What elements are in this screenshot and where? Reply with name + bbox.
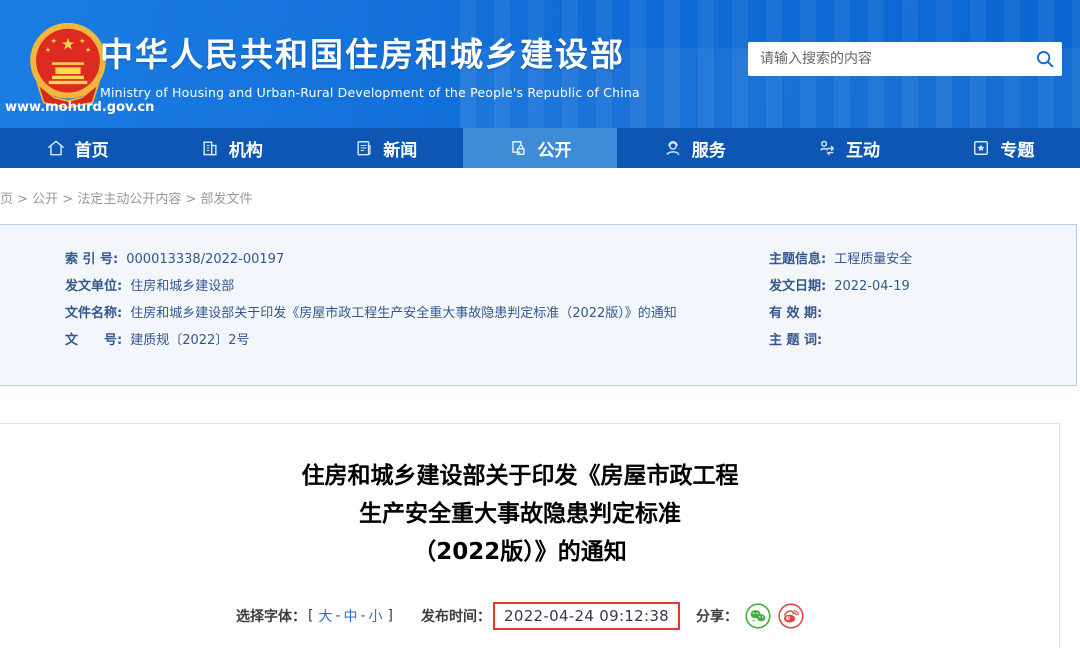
- font-size-medium-button[interactable]: 中: [343, 606, 357, 626]
- wechat-share-icon[interactable]: [745, 603, 771, 629]
- document-metadata-panel: 索 引 号: 000013338/2022-00197 发文单位: 住房和城乡建…: [0, 224, 1077, 386]
- site-header: ★ ★ ★ ★ ★ 中华人民共和国住房和城乡建设部 Ministry of Ho…: [0, 0, 1080, 128]
- nav-item-news[interactable]: 新闻: [309, 128, 463, 168]
- publish-time-group: 发布时间： 2022-04-24 09:12:38: [421, 602, 681, 630]
- main-nav: 首页 机构 新闻 公开 服务 互动 专题: [0, 128, 1080, 168]
- breadcrumb-bar: 首页 > 公开 > 法定主动公开内容 > 部发文件: [0, 168, 1080, 224]
- nav-item-organization[interactable]: 机构: [154, 128, 308, 168]
- nav-label: 服务: [691, 140, 726, 161]
- nav-label: 机构: [228, 140, 263, 161]
- nav-item-services[interactable]: 服务: [617, 128, 771, 168]
- font-size-large-button[interactable]: 大: [318, 606, 332, 626]
- interaction-icon: [820, 140, 835, 156]
- meta-value: 建质规〔2022〕2号: [130, 333, 250, 348]
- meta-value: 住房和城乡建设部关于印发《房屋市政工程生产安全重大事故隐患判定标准（2022版）…: [130, 306, 677, 321]
- breadcrumb[interactable]: 首页 > 公开 > 法定主动公开内容 > 部发文件: [0, 188, 252, 207]
- font-separator: -: [335, 608, 341, 624]
- svg-text:★: ★: [79, 37, 85, 45]
- meta-row-issuing-unit: 发文单位: 住房和城乡建设部: [65, 278, 725, 296]
- site-title-english: Ministry of Housing and Urban-Rural Deve…: [100, 85, 640, 100]
- search-input[interactable]: [748, 51, 1028, 67]
- document-title-line: 生产安全重大事故隐患判定标准: [359, 501, 681, 527]
- organization-icon: [203, 141, 217, 156]
- font-size-small-button[interactable]: 小: [369, 606, 383, 626]
- svg-text:★: ★: [61, 35, 75, 54]
- weibo-share-icon[interactable]: [778, 603, 804, 629]
- mohurd-webpage: ★ ★ ★ ★ ★ 中华人民共和国住房和城乡建设部 Ministry of Ho…: [0, 0, 1080, 648]
- nav-item-disclosure[interactable]: 公开: [462, 128, 618, 168]
- search-icon: [1037, 51, 1054, 68]
- font-selector-label: 选择字体：: [235, 609, 306, 625]
- meta-value: 工程质量安全: [834, 252, 913, 267]
- nav-item-topics[interactable]: 专题: [926, 128, 1080, 168]
- meta-value: 住房和城乡建设部: [130, 279, 235, 294]
- meta-row-index-number: 索 引 号: 000013338/2022-00197: [65, 251, 725, 269]
- search-button[interactable]: [1028, 42, 1062, 76]
- meta-label: 文 号:: [65, 333, 123, 348]
- font-bracket-open: [: [307, 608, 314, 624]
- nav-label: 专题: [1000, 140, 1035, 161]
- nav-label: 首页: [74, 140, 109, 161]
- publish-time-value: 2022-04-24 09:12:38: [504, 607, 670, 625]
- document-title-line: （2022版）》的通知: [413, 539, 627, 565]
- svg-text:★: ★: [45, 46, 51, 54]
- meta-label: 有 效 期:: [769, 306, 823, 321]
- meta-value: 2022-04-19: [834, 279, 910, 294]
- meta-label: 索 引 号:: [65, 252, 119, 267]
- meta-row-document-number: 文 号: 建质规〔2022〕2号: [65, 332, 725, 350]
- article-content-panel: 住房和城乡建设部关于印发《房屋市政工程 生产安全重大事故隐患判定标准 （2022…: [0, 423, 1060, 648]
- meta-row-validity: 有 效 期:: [769, 305, 1059, 323]
- meta-row-topic-info: 主题信息: 工程质量安全: [769, 251, 1059, 269]
- site-url: www.mohurd.gov.cn: [5, 100, 155, 115]
- service-icon: [666, 141, 680, 156]
- home-icon: [47, 140, 64, 156]
- meta-row-keywords: 主 题 词:: [769, 332, 1059, 350]
- nav-item-interaction[interactable]: 互动: [771, 128, 925, 168]
- svg-text:★: ★: [51, 37, 57, 45]
- svg-text:★: ★: [85, 46, 91, 54]
- meta-label: 主 题 词:: [769, 333, 823, 348]
- document-title: 住房和城乡建设部关于印发《房屋市政工程 生产安全重大事故隐患判定标准 （2022…: [0, 457, 1059, 571]
- share-group: 分享：: [696, 603, 804, 629]
- nav-label: 公开: [537, 140, 572, 161]
- publish-time-label: 发布时间：: [421, 609, 492, 625]
- meta-value: 000013338/2022-00197: [126, 252, 285, 267]
- font-separator: -: [360, 608, 366, 624]
- topics-icon: [974, 141, 989, 155]
- site-title-chinese: 中华人民共和国住房和城乡建设部: [100, 35, 625, 74]
- meta-label: 主题信息:: [769, 252, 827, 267]
- meta-label: 文件名称:: [65, 306, 123, 321]
- news-icon: [357, 141, 371, 156]
- document-toolbar: 选择字体： [ 大 - 中 - 小 ] 发布时间： 2022-04-24 09:…: [0, 602, 1059, 630]
- meta-label: 发文日期:: [769, 279, 827, 294]
- search-box[interactable]: [748, 42, 1062, 76]
- disclosure-icon: [512, 141, 526, 155]
- font-bracket-close: ]: [387, 608, 394, 624]
- document-title-line: 住房和城乡建设部关于印发《房屋市政工程: [301, 463, 739, 489]
- share-label: 分享：: [696, 609, 739, 625]
- nav-item-home[interactable]: 首页: [0, 128, 154, 168]
- national-emblem-icon: ★ ★ ★ ★ ★: [30, 22, 106, 108]
- meta-row-issue-date: 发文日期: 2022-04-19: [769, 278, 1059, 296]
- publish-time-highlight: 2022-04-24 09:12:38: [493, 602, 681, 630]
- nav-label: 新闻: [383, 140, 418, 161]
- nav-label: 互动: [846, 140, 881, 161]
- meta-label: 发文单位:: [65, 279, 123, 294]
- meta-row-document-name: 文件名称: 住房和城乡建设部关于印发《房屋市政工程生产安全重大事故隐患判定标准（…: [65, 305, 725, 323]
